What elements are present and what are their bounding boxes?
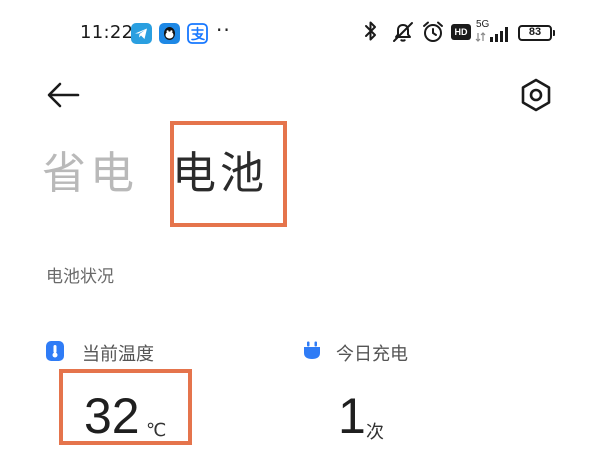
temperature-unit: ℃	[146, 420, 167, 441]
charges-today-value: 1	[338, 388, 366, 444]
bluetooth-icon	[362, 19, 380, 49]
tab-power-saving[interactable]: 省电	[42, 144, 138, 204]
temperature-label: 当前温度	[82, 344, 154, 365]
settings-button[interactable]	[517, 76, 555, 114]
charges-today-label: 今日充电	[336, 344, 408, 365]
mute-icon	[390, 19, 416, 49]
alipay-icon	[187, 23, 208, 44]
plug-icon	[302, 340, 322, 366]
telegram-icon	[131, 23, 152, 44]
more-notifications-indicator: ··	[216, 18, 231, 42]
battery-level: 83	[528, 26, 542, 38]
signal-icon	[474, 24, 514, 48]
thermometer-icon	[45, 340, 65, 366]
hd-icon: HD	[451, 24, 471, 40]
charges-today-unit: 次	[366, 422, 384, 443]
status-time: 11:22	[80, 22, 134, 43]
status-bar: 11:22 ·· HD 5G 83	[0, 0, 600, 66]
temperature-value: 32	[84, 388, 140, 444]
section-title-battery-status: 电池状况	[46, 267, 114, 287]
back-button[interactable]	[44, 79, 84, 111]
tab-battery[interactable]: 电池	[172, 144, 268, 204]
qq-icon	[159, 23, 180, 44]
alarm-icon	[420, 19, 446, 49]
battery-icon: 83	[518, 25, 555, 41]
settings-hexagon-icon	[521, 78, 551, 112]
back-arrow-icon	[47, 82, 80, 108]
